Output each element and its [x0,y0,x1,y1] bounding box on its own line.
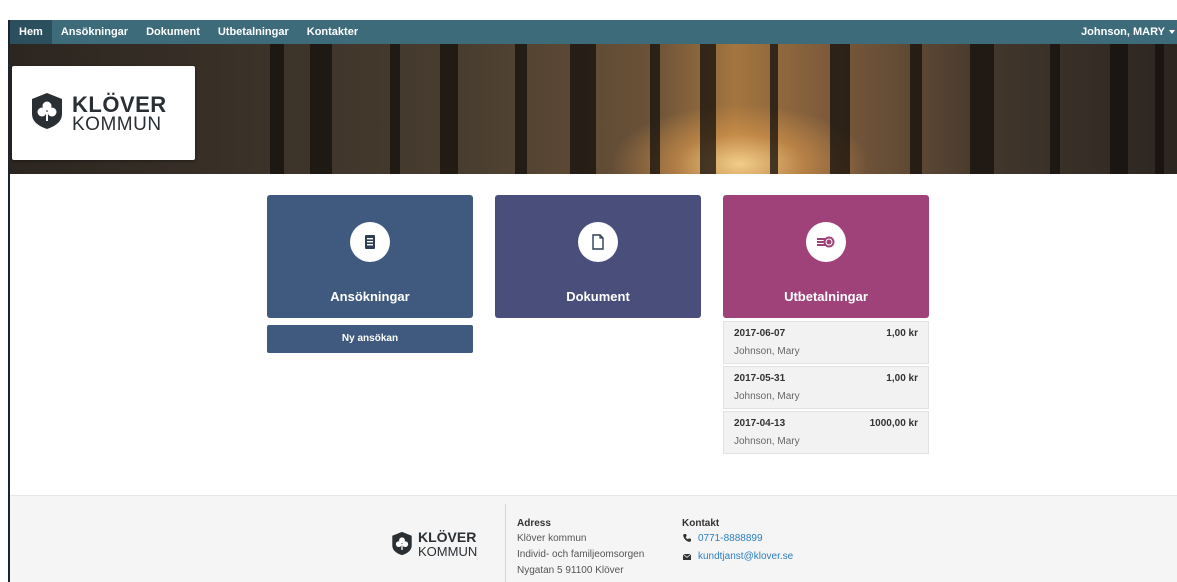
tree-trunk [970,44,994,174]
payment-amount: 1,00 kr [886,373,918,384]
tile-label: Dokument [566,289,630,304]
screenshot-frame: Hem Ansökningar Dokument Utbetalningar K… [0,0,1177,582]
nav-item-kontakter[interactable]: Kontakter [298,20,367,44]
nav-item-hem[interactable]: Hem [10,20,52,44]
hero-banner: KLÖVER KOMMUN [10,44,1177,174]
document-icon [592,234,604,250]
payment-date: 2017-04-13 [734,418,786,429]
tree-trunk [910,44,922,174]
tile-label: Ansökningar [330,289,410,304]
address-line: Klöver kommun [517,533,587,544]
payment-recipient: Johnson, Mary [734,391,800,402]
footer-brand-line1: KLÖVER [418,529,477,545]
tree-trunk [700,44,716,174]
clover-shield-icon [32,93,62,129]
nav-item-utbetalningar[interactable]: Utbetalningar [209,20,298,44]
tree-trunk [1050,44,1060,174]
brand-logo[interactable]: KLÖVER KOMMUN [12,66,195,160]
page-footer: KLÖVER KOMMUN Adress Klöver kommun Indiv… [10,495,1177,582]
tree-trunk [1155,44,1164,174]
top-navbar: Hem Ansökningar Dokument Utbetalningar K… [10,20,1177,44]
address-heading: Adress [517,518,551,529]
payment-amount: 1000,00 kr [869,418,918,429]
tile-utbetalningar[interactable]: Utbetalningar [723,195,929,318]
brand-name-line2: KOMMUN [72,114,162,135]
payment-item[interactable]: 2017-04-13 1000,00 kr Johnson, Mary [723,411,929,454]
footer-divider [505,504,506,582]
tree-trunk [440,44,458,174]
email-link[interactable]: kundtjanst@klover.se [698,551,793,562]
top-strip [0,0,1177,20]
tile-dokument[interactable]: Dokument [495,195,701,318]
address-line: Nygatan 5 91100 Klöver [517,565,624,576]
app-window: Hem Ansökningar Dokument Utbetalningar K… [8,20,1177,582]
tree-trunk [515,44,527,174]
address-line: Individ- och familjeomsorgen [517,549,645,560]
tree-trunk [570,44,596,174]
tree-trunk [390,44,400,174]
envelope-icon [682,553,692,560]
tree-trunk [650,44,660,174]
tree-trunk [770,44,778,174]
tree-trunk [310,44,332,174]
user-menu[interactable]: Johnson, MARY [1081,20,1175,44]
contact-heading: Kontakt [682,518,720,529]
phone-icon [683,534,691,542]
application-form-icon [365,235,375,249]
clover-shield-icon [392,531,412,556]
footer-brand-line2: KOMMUN [418,544,478,559]
tile-label: Utbetalningar [784,289,868,304]
payment-item[interactable]: 2017-06-07 1,00 kr Johnson, Mary [723,321,929,364]
tree-trunk [830,44,850,174]
tree-trunk [1110,44,1128,174]
payment-recipient: Johnson, Mary [734,436,800,447]
payment-date: 2017-05-31 [734,373,786,384]
tile-icon-circle [350,222,390,262]
payment-amount: 1,00 kr [886,328,918,339]
nav-item-dokument[interactable]: Dokument [137,20,209,44]
nav-item-ansokningar[interactable]: Ansökningar [52,20,137,44]
phone-link[interactable]: 0771-8888899 [698,533,763,544]
user-name: Johnson, MARY [1081,26,1165,38]
coins-icon [817,236,835,248]
new-application-button[interactable]: Ny ansökan [267,325,473,353]
tile-icon-circle [578,222,618,262]
payment-item[interactable]: 2017-05-31 1,00 kr Johnson, Mary [723,366,929,409]
tile-icon-circle [806,222,846,262]
payment-date: 2017-06-07 [734,328,786,339]
chevron-down-icon [1169,30,1175,35]
payment-recipient: Johnson, Mary [734,346,800,357]
tile-ansokningar[interactable]: Ansökningar [267,195,473,318]
tree-trunk [270,44,284,174]
